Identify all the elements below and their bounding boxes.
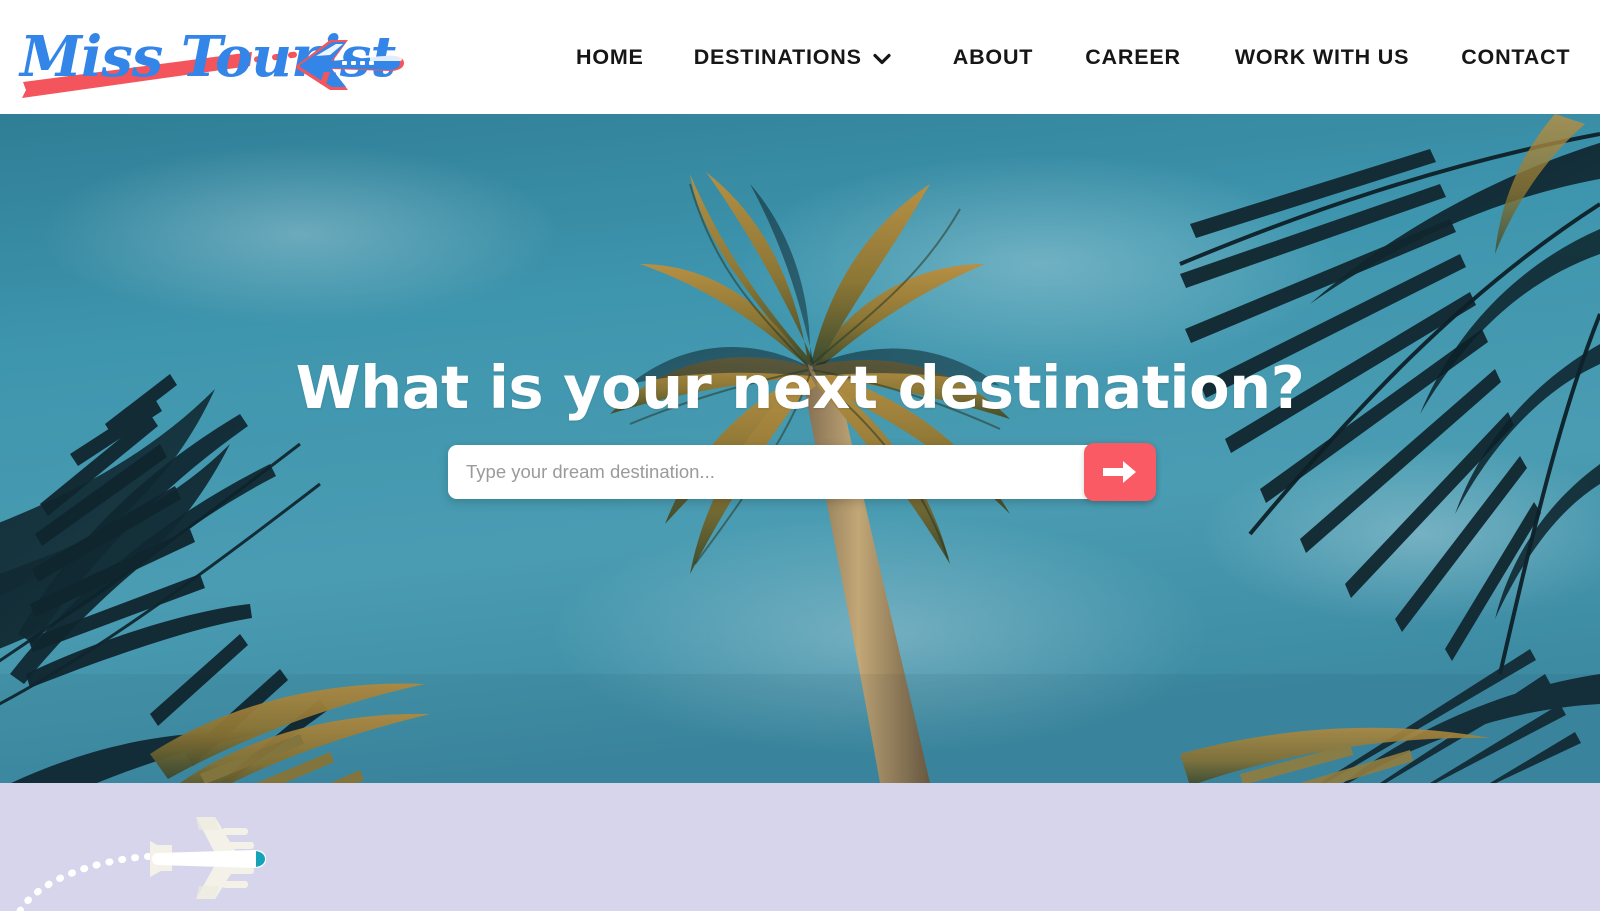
nav-item-contact[interactable]: CONTACT	[1435, 45, 1570, 70]
miss-tourist-logo-icon: Miss Tourist	[18, 24, 404, 98]
hero-content: What is your next destination?	[0, 114, 1600, 783]
site-header: Miss Tourist HOME DESTINATIONS ABOUT CAR…	[0, 0, 1600, 114]
hero-title: What is your next destination?	[295, 353, 1305, 422]
nav-item-label: WORK WITH US	[1234, 44, 1410, 69]
flight-trail-icon	[16, 852, 169, 911]
airplane-icon	[16, 817, 266, 911]
nav-item-home[interactable]: HOME	[560, 45, 670, 70]
page-root: Miss Tourist HOME DESTINATIONS ABOUT CAR…	[0, 0, 1600, 911]
main-navigation: HOME DESTINATIONS ABOUT CAREER WORK WITH…	[560, 0, 1570, 114]
arrow-right-icon	[1103, 461, 1136, 483]
site-logo[interactable]: Miss Tourist	[14, 12, 404, 104]
nav-item-about[interactable]: ABOUT	[917, 45, 1059, 70]
lower-lavender-section	[0, 783, 1600, 911]
nav-item-label: CAREER	[1085, 44, 1181, 69]
nav-item-label: DESTINATIONS	[693, 44, 862, 69]
hero-section: What is your next destination?	[0, 114, 1600, 783]
nav-item-label: CONTACT	[1461, 44, 1571, 69]
nav-item-label: HOME	[576, 44, 644, 69]
nav-item-career[interactable]: CAREER	[1059, 45, 1207, 70]
destination-search-form	[448, 443, 1156, 501]
destination-search-input[interactable]	[448, 446, 1152, 498]
nav-item-destinations[interactable]: DESTINATIONS	[670, 45, 917, 70]
nav-item-work-with-us[interactable]: WORK WITH US	[1207, 45, 1435, 70]
search-submit-button[interactable]	[1084, 443, 1156, 501]
chevron-down-icon	[873, 53, 891, 65]
airplane-decoration	[0, 783, 420, 911]
nav-item-label: ABOUT	[952, 44, 1034, 69]
